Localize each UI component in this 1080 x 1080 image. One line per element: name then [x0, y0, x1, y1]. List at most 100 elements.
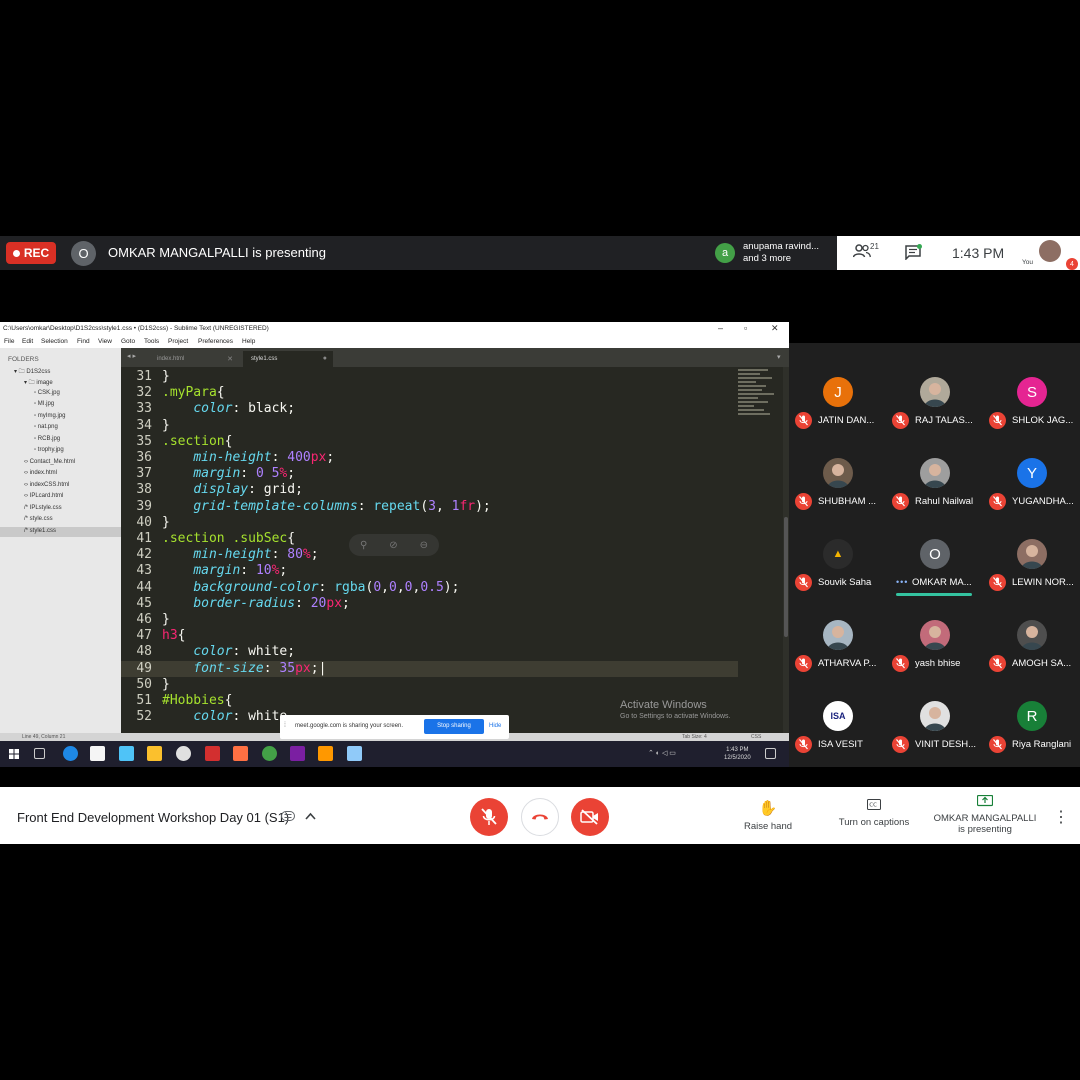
folder-root[interactable]: ▾ 🗀 D1S2css	[14, 367, 50, 377]
file-item[interactable]: ▫ myImg.jpg	[34, 413, 65, 419]
code-line[interactable]: 33 color: black;	[121, 401, 738, 417]
notification-center-icon[interactable]	[765, 748, 776, 759]
sublime-taskbar-icon[interactable]	[318, 746, 333, 761]
more-options-icon[interactable]: ⋮	[1053, 807, 1069, 827]
tab-dropdown-icon[interactable]: ▾	[777, 353, 781, 361]
media-icon[interactable]	[176, 746, 191, 761]
code-line[interactable]: 40}	[121, 515, 738, 531]
menu-edit[interactable]: Edit	[22, 338, 33, 345]
menu-find[interactable]: Find	[77, 338, 90, 345]
menu-project[interactable]: Project	[168, 338, 188, 345]
notepad-icon[interactable]	[347, 746, 362, 761]
participant-tile[interactable]: Rahul Nailwal	[886, 434, 983, 515]
windows-start-icon[interactable]	[9, 749, 19, 759]
menu-preferences[interactable]: Preferences	[198, 338, 233, 345]
file-item[interactable]: ▫ RCB.jpg	[34, 436, 60, 442]
tab-close-icon[interactable]: ✕	[227, 355, 233, 363]
pin-icon[interactable]: ⚲	[360, 540, 367, 551]
menu-selection[interactable]: Selection	[41, 338, 68, 345]
file-item[interactable]: ‹› indexCSS.html	[24, 482, 69, 488]
participant-tile[interactable]: R Riya Ranglani	[983, 677, 1080, 758]
app-icon[interactable]	[233, 746, 248, 761]
system-tray-icons[interactable]: ⌃ ◐ ◁ ▭	[648, 749, 676, 757]
meeting-title[interactable]: Front End Development Workshop Day 01 (S…	[17, 810, 289, 825]
code-line[interactable]: 48 color: white;	[121, 644, 738, 660]
camera-toggle-button[interactable]	[571, 798, 609, 836]
menu-view[interactable]: View	[98, 338, 112, 345]
file-item[interactable]: ‹› IPLcard.html	[24, 493, 63, 499]
participant-tile[interactable]: O ••• OMKAR MA...	[886, 515, 983, 596]
file-item[interactable]: ▫ trophy.jpg	[34, 447, 64, 453]
participant-tile[interactable]: ATHARVA P...	[789, 596, 886, 677]
file-explorer-icon[interactable]	[147, 746, 162, 761]
code-line[interactable]: 32 .myPara{	[121, 385, 738, 401]
taskbar-clock[interactable]: 1:43 PM 12/5/2020	[724, 746, 751, 762]
scrollbar-thumb[interactable]	[784, 517, 788, 637]
participant-tile[interactable]: S SHLOK JAG...	[983, 353, 1080, 434]
participant-tile[interactable]: yash bhise	[886, 596, 983, 677]
stop-sharing-button[interactable]: Stop sharing	[424, 719, 484, 734]
meeting-info-icon[interactable]	[281, 811, 295, 821]
task-view-icon[interactable]	[34, 748, 45, 759]
code-line[interactable]: 50}	[121, 677, 738, 693]
participant-tile[interactable]: AMOGH SA...	[983, 596, 1080, 677]
remove-icon[interactable]: ⊖	[420, 540, 428, 551]
code-line[interactable]: 49 font-size: 35px;|	[121, 660, 738, 677]
join-notification[interactable]: a anupama ravind... and 3 more	[709, 236, 836, 270]
minimize-icon[interactable]: –	[718, 323, 723, 333]
code-line[interactable]: 35 .section{	[121, 434, 738, 450]
participant-tile[interactable]: ▲ Souvik Saha	[789, 515, 886, 596]
captions-button[interactable]: CC Turn on captions	[834, 799, 914, 828]
chevron-up-icon[interactable]	[305, 812, 316, 820]
code-line[interactable]: 39 grid-template-columns: repeat(3, 1fr)…	[121, 499, 738, 515]
file-item[interactable]: /* style.css	[24, 516, 53, 522]
raise-hand-button[interactable]: ✋ Raise hand	[742, 799, 794, 832]
mail-icon[interactable]	[119, 746, 134, 761]
presenting-status-button[interactable]: OMKAR MANGALPALLI is presenting	[932, 794, 1038, 835]
syntax-mode[interactable]: CSS	[751, 734, 761, 740]
menu-goto[interactable]: Goto	[121, 338, 135, 345]
participant-tile[interactable]: SHUBHAM ...	[789, 434, 886, 515]
chrome-icon[interactable]	[262, 746, 277, 761]
participant-tile[interactable]: J JATIN DAN...	[789, 353, 886, 434]
tab-size[interactable]: Tab Size: 4	[682, 734, 707, 740]
file-item[interactable]: ▫ CSK.jpg	[34, 390, 60, 396]
minimap[interactable]	[738, 367, 783, 437]
maximize-icon[interactable]: ▫	[744, 323, 747, 333]
edge-icon[interactable]	[63, 746, 78, 761]
folder-image[interactable]: ▾ 🗀 image	[24, 378, 53, 388]
file-item[interactable]: /* IPLstyle.css	[24, 505, 62, 511]
tab-index-html[interactable]: index.html ✕	[149, 351, 239, 367]
code-line[interactable]: 36 min-height: 400px;	[121, 450, 738, 466]
participant-tile[interactable]: Y YUGANDHA...	[983, 434, 1080, 515]
store-icon[interactable]	[90, 746, 105, 761]
drag-handle-icon[interactable]: ⁞	[284, 722, 286, 729]
file-item[interactable]: ▫ MI.jpg	[34, 401, 54, 407]
code-line[interactable]: 38 display: grid;	[121, 482, 738, 498]
tab-nav-arrows-icon[interactable]: ◂ ▸	[127, 352, 136, 360]
participant-tile[interactable]: RAJ TALAS...	[886, 353, 983, 434]
mic-toggle-button[interactable]	[470, 798, 508, 836]
participant-tile[interactable]: VINIT DESH...	[886, 677, 983, 758]
code-line[interactable]: 45 border-radius: 20px;	[121, 596, 738, 612]
leave-call-button[interactable]	[521, 798, 559, 836]
participant-tile[interactable]: LEWIN NOR...	[983, 515, 1080, 596]
code-line[interactable]: 37 margin: 0 5%;	[121, 466, 738, 482]
participant-tile[interactable]: ISA ISA VESIT	[789, 677, 886, 758]
tab-style1-css[interactable]: style1.css ●	[243, 351, 333, 367]
code-line[interactable]: 46}	[121, 612, 738, 628]
self-avatar[interactable]	[1039, 240, 1061, 262]
code-line[interactable]: 34}	[121, 418, 738, 434]
hide-tile-icon[interactable]: ⊘	[389, 540, 397, 551]
code-line[interactable]: 43 margin: 10%;	[121, 563, 738, 579]
file-item[interactable]: ‹› index.html	[24, 470, 57, 476]
menu-file[interactable]: File	[4, 338, 14, 345]
code-line[interactable]: 44 background-color: rgba(0,0,0,0.5);	[121, 580, 738, 596]
menu-help[interactable]: Help	[242, 338, 255, 345]
hide-notice-button[interactable]: Hide	[489, 723, 501, 729]
code-line[interactable]: 31}	[121, 369, 738, 385]
close-icon[interactable]: ✕	[771, 323, 779, 334]
acrobat-icon[interactable]	[205, 746, 220, 761]
file-item-active[interactable]: /* style1.css	[24, 528, 56, 534]
file-item[interactable]: ‹› Contact_Me.html	[24, 459, 75, 465]
